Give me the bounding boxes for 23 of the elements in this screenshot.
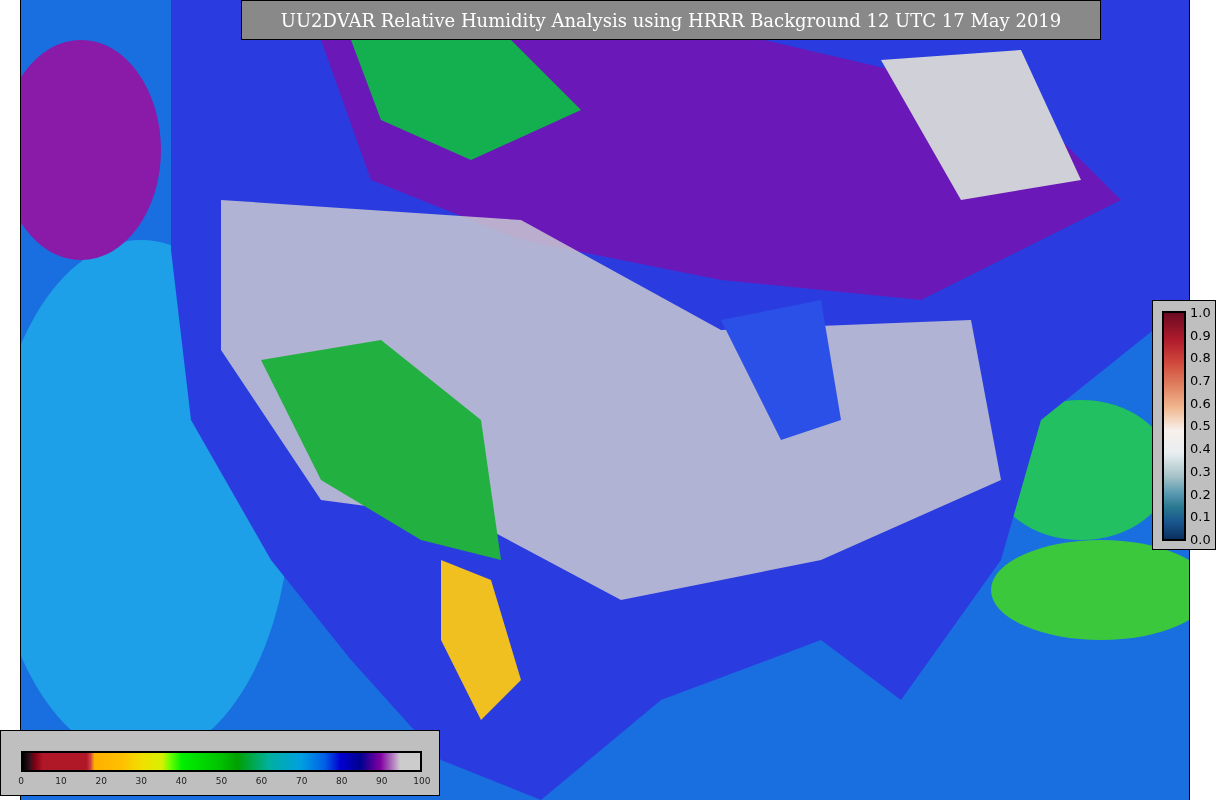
tick-label: 20 [94, 776, 108, 786]
tick-label: 0.8 [1190, 351, 1211, 365]
tick-label: 70 [294, 776, 309, 786]
tick-label: 0.2 [1190, 487, 1211, 501]
tick-label: 0.4 [1190, 442, 1211, 456]
chart-title: UU2DVAR Relative Humidity Analysis using HRRR Background 12 UTC 17 May 2019 [241, 0, 1101, 40]
tick-label: 0.9 [1190, 328, 1211, 342]
tick-label: 0.6 [1190, 396, 1211, 410]
tick-label: 30 [134, 776, 148, 786]
tick-label: 100 [412, 776, 432, 786]
tick-label: 0.0 [1190, 532, 1211, 546]
tick-label: 40 [174, 776, 189, 786]
tick-label: 0 [17, 776, 25, 786]
tick-label: 90 [375, 776, 389, 786]
tick-label: 0.1 [1190, 510, 1211, 524]
tick-label: 80 [335, 776, 349, 786]
tick-label: 0.5 [1190, 419, 1211, 433]
tick-label: 0.3 [1190, 464, 1211, 478]
tick-label: 10 [54, 776, 68, 786]
tick-label: 0.7 [1190, 374, 1211, 388]
tick-label: 60 [254, 776, 269, 786]
tick-label: 50 [214, 776, 229, 786]
tick-label: 1.0 [1190, 306, 1211, 319]
